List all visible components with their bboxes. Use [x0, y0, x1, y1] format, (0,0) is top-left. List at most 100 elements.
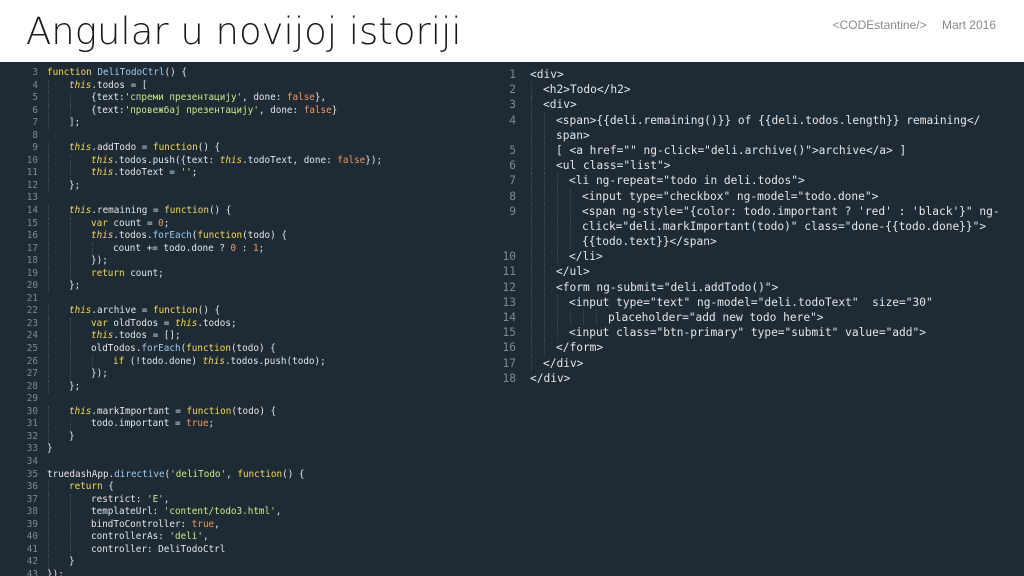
indent-guide	[70, 518, 71, 532]
code-text: {{todo.text}}</span>	[582, 234, 717, 249]
code-line: 1 <div>	[498, 67, 1024, 82]
code-line: 11 this.todoText = '';	[0, 167, 500, 180]
code-token: this	[219, 154, 243, 166]
code-token: }	[331, 104, 338, 116]
code-token: <span>{{deli.remaining()}} of {{deli.tod…	[556, 113, 981, 127]
code-text: }	[69, 431, 75, 444]
code-token: });	[91, 368, 108, 380]
line-number: 17	[502, 356, 516, 370]
line-number: 3	[32, 67, 38, 78]
indent-guide	[48, 230, 49, 243]
code-token: placeholder="add new todo here">	[608, 311, 824, 324]
indent-guide	[70, 493, 71, 507]
code-token: count =	[113, 217, 159, 229]
code-token: 'content/todo3.html'	[163, 506, 276, 518]
code-text: <ul class="list">	[556, 158, 671, 173]
line-number: 16	[26, 230, 38, 242]
line-number: 43	[26, 568, 38, 576]
code-text: };	[69, 280, 80, 293]
code-token: bindToController:	[91, 518, 192, 530]
code-token: };	[69, 280, 81, 292]
code-text: this.addTodo = function() {	[69, 142, 220, 155]
code-text: }	[47, 443, 53, 456]
indent-guide	[48, 418, 49, 431]
code-token: }	[69, 556, 75, 568]
line-number: 35	[26, 468, 38, 480]
indent-guide	[596, 310, 597, 326]
code-text: };	[69, 381, 80, 394]
code-line: 12};	[0, 179, 500, 193]
indent-guide	[531, 249, 532, 265]
code-token: (todo) {	[242, 230, 287, 242]
line-number: 38	[26, 506, 38, 518]
indent-guide	[48, 179, 49, 193]
line-number: 11	[502, 265, 516, 279]
indent-guide	[531, 82, 532, 98]
indent-guide	[544, 203, 545, 219]
code-text: return count;	[91, 268, 164, 281]
code-token: }	[69, 430, 75, 442]
code-line: 5 [ <a href="" ng-click="deli.archive()">…	[498, 142, 1024, 159]
indent-guide	[70, 230, 71, 243]
indent-guide	[48, 92, 49, 105]
code-text: span>	[556, 128, 590, 143]
code-token: </li>	[569, 250, 603, 264]
code-token: <form ng-submit="deli.addTodo()">	[556, 280, 779, 294]
indent-guide	[544, 158, 545, 174]
code-token: var	[91, 217, 114, 229]
code-token: this	[91, 154, 114, 166]
indent-guide	[70, 267, 71, 281]
code-token: </div>	[543, 356, 584, 370]
line-number: 12	[502, 280, 516, 294]
indent-guide	[544, 249, 545, 265]
code-token: () {	[197, 142, 221, 154]
indent-guide	[48, 242, 49, 256]
code-line: 8 <input type="checkbox" ng-model="todo.d…	[498, 188, 1024, 204]
code-token: todo.important =	[91, 418, 187, 430]
code-line: 10 </li>	[498, 249, 1024, 265]
indent-guide	[92, 355, 93, 369]
code-token: </ul>	[556, 265, 590, 279]
html-template-pane: 1 <div> 2 <h2>Todo</h2> 3 <div> 4 <span>{{deli.…	[498, 67, 1024, 386]
code-line: 15 <input class="btn-primary" type="submi…	[498, 325, 1024, 341]
indent-guide	[48, 167, 49, 180]
line-number: 33	[26, 443, 38, 455]
code-token: function	[164, 205, 209, 217]
indent-guide	[70, 154, 71, 168]
code-text: <input class="btn-primary" type="submit"…	[569, 325, 926, 340]
code-token: .remaining =	[91, 205, 165, 217]
code-text: this.remaining = function() {	[69, 205, 231, 218]
indent-guide	[48, 556, 49, 569]
line-number: 40	[26, 531, 38, 543]
code-token: 'deliTodo'	[170, 468, 227, 480]
code-token: .todos;	[197, 317, 237, 329]
code-token: false	[303, 104, 332, 116]
line-number: 10	[502, 250, 516, 264]
code-token: , done:	[258, 104, 304, 116]
code-token: {	[108, 481, 114, 493]
line-number: 7	[509, 174, 516, 188]
line-number: 17	[26, 242, 38, 254]
line-number: 25	[26, 343, 38, 355]
indent-guide	[544, 234, 545, 250]
code-line: 34	[0, 456, 500, 469]
indent-guide	[70, 343, 71, 356]
indent-guide	[570, 310, 571, 326]
code-text: this.todos = [	[69, 80, 147, 93]
indent-guide	[557, 249, 558, 265]
code-line: 9 <span ng-style="{color: todo.important …	[498, 203, 1024, 219]
line-number: 32	[26, 430, 38, 442]
code-token: </div>	[530, 371, 571, 385]
line-number: 16	[502, 341, 516, 355]
code-line: 33}	[0, 443, 500, 456]
line-number: 6	[509, 159, 516, 173]
code-line: 35 truedashApp.directive('deliTodo', func…	[0, 469, 500, 482]
code-token: };	[69, 179, 81, 191]
code-line: 24 this.todos = [];	[0, 330, 500, 344]
code-line: 13	[0, 192, 500, 205]
code-token: () {	[164, 67, 187, 78]
code-text: }	[69, 556, 75, 569]
code-text: <input type="checkbox" ng-model="todo.do…	[582, 189, 878, 204]
code-line: 31 todo.important = true;	[0, 418, 500, 431]
code-token: 'провежбај презентацију'	[124, 104, 259, 116]
